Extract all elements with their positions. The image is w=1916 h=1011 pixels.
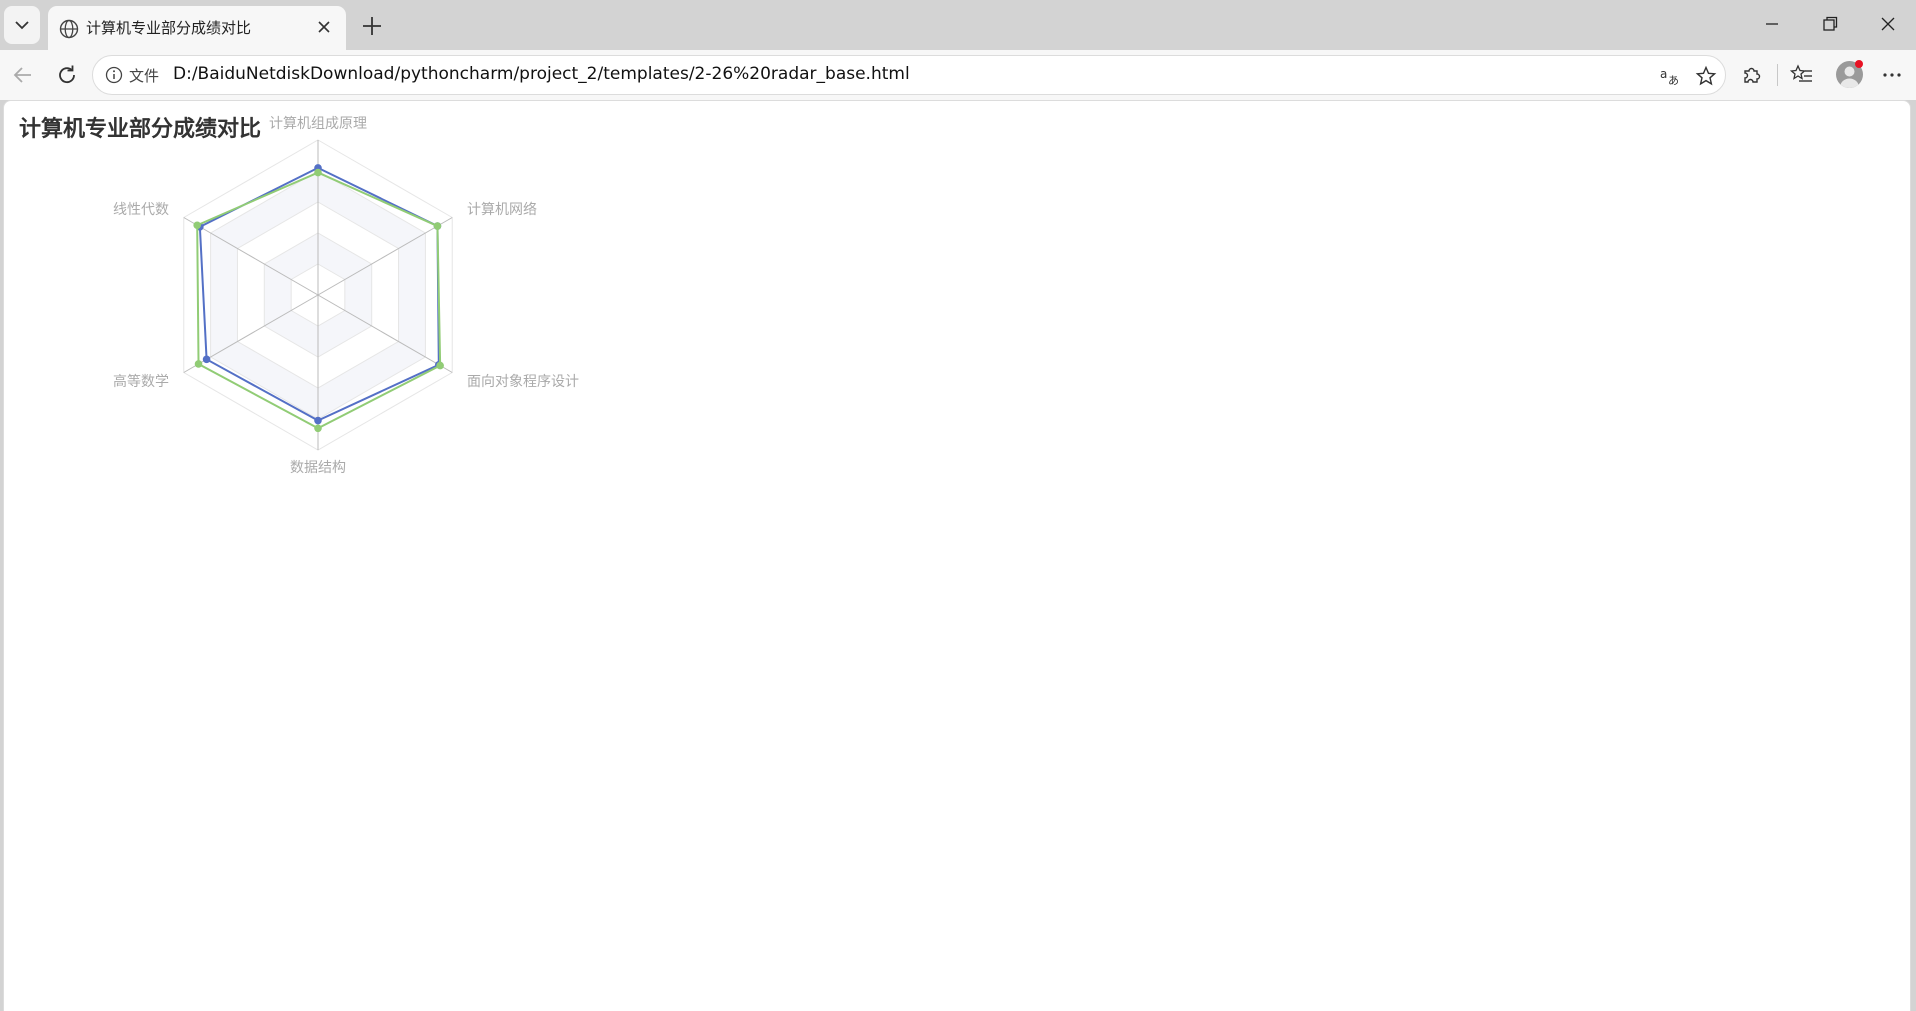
minimize-icon[interactable] <box>1760 12 1784 36</box>
radar-indicator-label: 数据结构 <box>290 460 346 476</box>
close-window-icon[interactable] <box>1876 12 1900 36</box>
favorites-icon[interactable] <box>1790 63 1814 87</box>
toolbar-separator <box>1777 64 1778 86</box>
radar-chart: 计算机组成原理计算机网络面向对象程序设计数据结构 高等数学 线性代数 <box>113 116 579 476</box>
page-content: 计算机专业部分成绩对比 计算机组成原理 计算机网络 面向对象程序设计 数据结构 高等数学… <box>3 100 1911 1011</box>
radar-series-1-point-3 <box>314 424 322 433</box>
radar-indicator-label: 计算机网络 <box>467 202 537 218</box>
radar-indicator-label: 线性代数 <box>113 202 169 218</box>
radar-series-0-point-3 <box>314 416 322 425</box>
title-bar: 计算机专业部分成绩对比 <box>0 0 1916 50</box>
security-label: 文件 <box>129 67 160 85</box>
info-icon[interactable] <box>105 66 123 84</box>
radar-series-1-point-4 <box>194 360 203 368</box>
globe-icon <box>59 19 79 39</box>
radar-indicator-label: 高等数学 <box>113 373 169 390</box>
radar-series-1-point-5 <box>193 221 201 230</box>
star-icon[interactable] <box>1695 65 1717 87</box>
radar-series-1-point-2 <box>436 361 444 370</box>
address-bar[interactable]: 文件 D:/BaiduNetdiskDownload/pythoncharm/p… <box>92 55 1726 95</box>
close-tab-icon[interactable] <box>314 17 334 37</box>
refresh-icon[interactable] <box>54 62 80 88</box>
extensions-icon[interactable] <box>1740 63 1764 87</box>
url-text[interactable]: D:/BaiduNetdiskDownload/pythoncharm/proj… <box>173 64 910 84</box>
active-tab[interactable]: 计算机专业部分成绩对比 <box>48 6 346 50</box>
back-arrow-icon[interactable] <box>10 62 36 88</box>
radar-series-0-point-4 <box>202 355 211 364</box>
restore-icon[interactable] <box>1818 12 1842 36</box>
notification-badge <box>1855 60 1863 68</box>
translate-icon[interactable]: a あ <box>1659 65 1681 87</box>
tab-list-button[interactable] <box>4 6 40 44</box>
tab-title: 计算机专业部分成绩对比 <box>86 19 252 37</box>
new-tab-icon[interactable] <box>358 13 386 39</box>
svg-text:a: a <box>1660 67 1667 81</box>
svg-text:あ: あ <box>1668 74 1679 87</box>
radar-series-1-point-1 <box>433 222 442 230</box>
radar-series-1-point-0 <box>314 168 322 177</box>
radar-indicator-label: 计算机组成原理 <box>269 116 367 132</box>
more-options-icon[interactable] <box>1880 63 1904 87</box>
browser-toolbar: 文件 D:/BaiduNetdiskDownload/pythoncharm/p… <box>0 50 1916 100</box>
chevron-down-icon <box>15 21 29 30</box>
radar-indicator-label: 面向对象程序设计 <box>467 374 579 390</box>
